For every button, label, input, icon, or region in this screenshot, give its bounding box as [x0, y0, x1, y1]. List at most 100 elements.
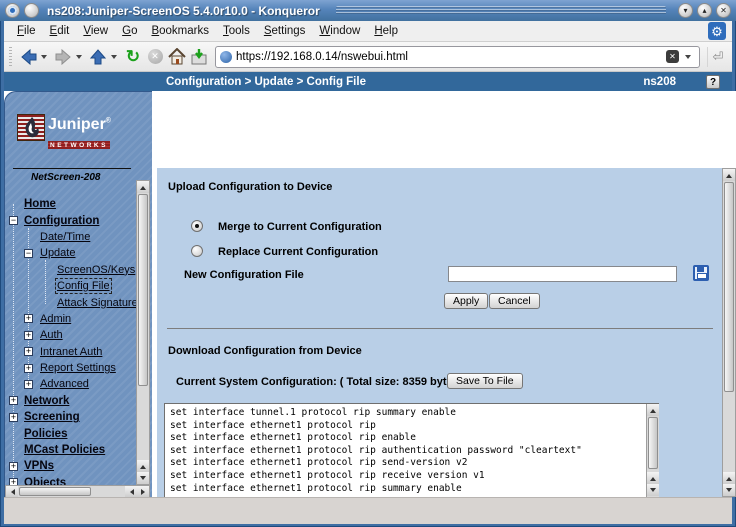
sidebar-item-label[interactable]: Update	[40, 247, 75, 259]
sticky-icon[interactable]	[24, 3, 39, 18]
window-menu-icon[interactable]	[5, 3, 20, 18]
main-vscrollbar[interactable]	[722, 168, 736, 497]
config-vscrollbar[interactable]	[646, 404, 659, 497]
expand-icon[interactable]: +	[9, 462, 18, 471]
location-history-chevron-icon[interactable]	[685, 55, 691, 62]
expand-icon[interactable]: +	[9, 396, 18, 405]
scroll-down-icon[interactable]	[723, 484, 735, 496]
stop-button[interactable]: ✕	[144, 46, 166, 68]
sidebar-item-label[interactable]: Screening	[24, 411, 80, 423]
sidebar-item-mcast-policies[interactable]: MCast Policies	[5, 442, 136, 458]
menu-go[interactable]: Go	[115, 23, 144, 39]
menu-file[interactable]: File	[10, 23, 43, 39]
sidebar-item-label[interactable]: Advanced	[40, 378, 89, 390]
sidebar-item-admin[interactable]: +Admin	[5, 311, 136, 327]
sidebar-item-update[interactable]: −Update	[5, 245, 136, 261]
sidebar-hscroll-thumb[interactable]	[19, 487, 91, 496]
sidebar-item-label[interactable]: Date/Time	[40, 231, 90, 243]
up-chevron-icon[interactable]	[111, 55, 117, 62]
sidebar-item-vpns[interactable]: + VPNs	[5, 458, 136, 474]
sidebar-item-home[interactable]: Home	[5, 196, 136, 212]
menu-view[interactable]: View	[76, 23, 115, 39]
menu-settings[interactable]: Settings	[257, 23, 313, 39]
sidebar-item-label[interactable]: ScreenOS/Keys	[57, 264, 135, 276]
scroll-left-icon[interactable]	[125, 486, 137, 497]
go-button[interactable]: ⏎	[707, 47, 728, 67]
sidebar-item-label[interactable]: Home	[24, 198, 56, 210]
config-textarea[interactable]: set interface tunnel.1 protocol rip summ…	[164, 403, 659, 497]
scroll-down-icon[interactable]	[137, 472, 149, 484]
menu-bookmarks[interactable]: Bookmarks	[144, 23, 216, 39]
replace-radio-label[interactable]: Replace Current Configuration	[218, 246, 378, 258]
main-vscroll-thumb[interactable]	[724, 182, 734, 392]
close-button[interactable]: ✕	[716, 3, 731, 18]
apply-button[interactable]: Apply	[444, 293, 488, 309]
replace-radio[interactable]	[191, 245, 203, 257]
scroll-right-icon[interactable]	[137, 486, 149, 497]
sidebar-item-config-file[interactable]: Config File	[5, 278, 136, 294]
sidebar-item-screenos-keys[interactable]: ScreenOS/Keys	[5, 262, 136, 278]
browse-file-icon[interactable]	[693, 265, 709, 281]
location-bar[interactable]: https://192.168.0.14/nswebui.html ✕	[215, 46, 700, 68]
expand-icon[interactable]: +	[24, 347, 33, 356]
expand-icon[interactable]: +	[24, 380, 33, 389]
sidebar-item-configuration[interactable]: −Configuration	[5, 212, 136, 228]
forward-history-chevron-icon[interactable]	[76, 55, 82, 62]
sidebar-item-report-settings[interactable]: + Report Settings	[5, 360, 136, 376]
expand-icon[interactable]: +	[24, 364, 33, 373]
expand-icon[interactable]: +	[24, 331, 33, 340]
sidebar-hscrollbar[interactable]	[5, 485, 150, 497]
sidebar-item-screening[interactable]: + Screening	[5, 409, 136, 425]
save-page-button[interactable]	[188, 46, 210, 68]
sidebar-item-auth[interactable]: + Auth	[5, 327, 136, 343]
expand-icon[interactable]: +	[24, 314, 33, 323]
scroll-down-icon[interactable]	[647, 484, 659, 496]
merge-radio-label[interactable]: Merge to Current Configuration	[218, 221, 382, 233]
scroll-up-icon[interactable]	[647, 404, 659, 416]
sidebar-item-label[interactable]: Auth	[40, 329, 63, 341]
sidebar-vscrollbar[interactable]	[136, 180, 150, 485]
menu-help[interactable]: Help	[367, 23, 405, 39]
toolbar-grip[interactable]	[9, 47, 12, 67]
back-button[interactable]	[17, 46, 51, 68]
scroll-up-icon[interactable]	[723, 169, 735, 181]
save-to-file-button[interactable]: Save To File	[447, 373, 523, 389]
collapse-icon[interactable]: −	[24, 249, 33, 258]
url-text[interactable]: https://192.168.0.14/nswebui.html	[236, 51, 662, 63]
sidebar-item-advanced[interactable]: + Advanced	[5, 376, 136, 392]
sidebar-item-label[interactable]: Network	[24, 395, 69, 407]
expand-icon[interactable]: +	[9, 413, 18, 422]
config-vscroll-thumb[interactable]	[648, 417, 658, 469]
sidebar-item-label[interactable]: Report Settings	[40, 362, 116, 374]
sidebar-item-label[interactable]: VPNs	[24, 460, 54, 472]
merge-radio[interactable]	[191, 220, 203, 232]
sidebar-item-label[interactable]: Attack Signature	[57, 297, 136, 309]
cancel-button[interactable]: Cancel	[489, 293, 540, 309]
scroll-up-icon[interactable]	[137, 460, 149, 472]
scroll-up-icon[interactable]	[137, 181, 149, 193]
sidebar-vscroll-thumb[interactable]	[138, 194, 148, 386]
sidebar-item-label[interactable]: Policies	[24, 428, 67, 440]
back-history-chevron-icon[interactable]	[41, 55, 47, 62]
menu-window[interactable]: Window	[312, 23, 367, 39]
maximize-button[interactable]: ▴	[697, 3, 712, 18]
sidebar-item-label[interactable]: Config File	[57, 280, 110, 292]
sidebar-item-label[interactable]: MCast Policies	[24, 444, 105, 456]
sidebar-item-attack-signature[interactable]: Attack Signature	[5, 294, 136, 310]
help-button[interactable]: ?	[706, 75, 720, 89]
kde-gear-icon[interactable]: ⚙	[708, 22, 726, 40]
scroll-left-icon[interactable]	[6, 486, 18, 497]
scroll-up-icon[interactable]	[723, 472, 735, 484]
sidebar-item-policies[interactable]: Policies	[5, 425, 136, 441]
home-button[interactable]	[166, 46, 188, 68]
menu-tools[interactable]: Tools	[216, 23, 257, 39]
up-button[interactable]	[87, 46, 121, 68]
sidebar-item-network[interactable]: + Network	[5, 393, 136, 409]
scroll-up-icon[interactable]	[647, 472, 659, 484]
reload-button[interactable]: ↻	[122, 46, 144, 68]
collapse-icon[interactable]: −	[9, 216, 18, 225]
config-file-input[interactable]	[448, 266, 677, 282]
menu-edit[interactable]: Edit	[43, 23, 77, 39]
minimize-button[interactable]: ▾	[678, 3, 693, 18]
clear-location-icon[interactable]: ✕	[666, 50, 679, 63]
